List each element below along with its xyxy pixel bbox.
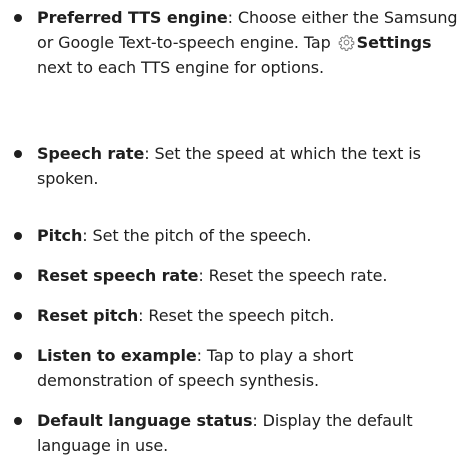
list-item-text: Listen to example: Tap to play a short d… (37, 343, 467, 393)
settings-label: Settings (356, 33, 432, 52)
item-term: Default language status (37, 411, 253, 430)
item-term: Reset pitch (37, 306, 139, 325)
bullet-icon (14, 417, 22, 425)
bullet-icon (14, 352, 22, 360)
item-description: next to each TTS engine for options. (37, 58, 325, 77)
item-description: : Set the pitch of the speech. (82, 226, 312, 245)
bullet-icon (14, 232, 22, 240)
item-term: Speech rate (37, 144, 145, 163)
list-item-text: Pitch: Set the pitch of the speech. (37, 223, 467, 248)
list-item-text: Reset pitch: Reset the speech pitch. (37, 303, 467, 328)
item-term: Pitch (37, 226, 83, 245)
bullet-icon (14, 14, 22, 22)
list-item-text: Default language status: Display the def… (37, 408, 467, 458)
item-term: Preferred TTS engine (37, 8, 228, 27)
list-item-text: Reset speech rate: Reset the speech rate… (37, 263, 467, 288)
item-description: : Reset the speech pitch. (138, 306, 335, 325)
item-term: Listen to example (37, 346, 197, 365)
bullet-icon (14, 272, 22, 280)
item-term: Reset speech rate (37, 266, 199, 285)
list-item-text: Preferred TTS engine: Choose either the … (37, 5, 467, 80)
list-item-text: Speech rate: Set the speed at which the … (37, 141, 467, 191)
item-description: : Reset the speech rate. (198, 266, 388, 285)
bullet-icon (14, 312, 22, 320)
gear-icon (338, 35, 354, 51)
bullet-icon (14, 150, 22, 158)
